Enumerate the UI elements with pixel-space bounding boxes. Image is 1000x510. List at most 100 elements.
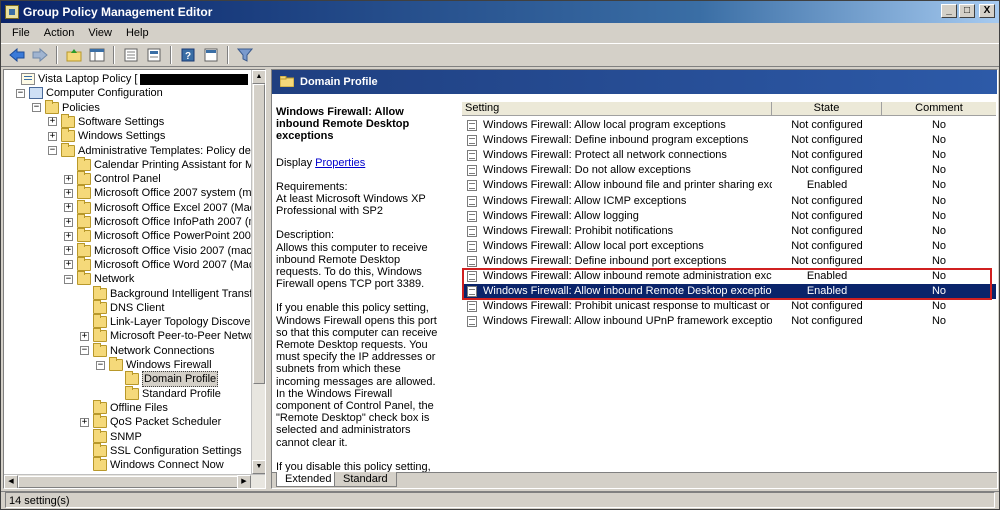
app-window: Group Policy Management Editor _ □ X Fil… bbox=[0, 0, 1000, 510]
tree-item[interactable]: + Microsoft Office PowerPoint 2007 (M bbox=[64, 228, 265, 243]
table-row[interactable]: Windows Firewall: Protect all network co… bbox=[462, 148, 996, 163]
table-row[interactable]: Windows Firewall: Allow inbound file and… bbox=[462, 178, 996, 193]
title-bar[interactable]: Group Policy Management Editor _ □ X bbox=[1, 1, 999, 23]
column-header-comment[interactable]: Comment bbox=[882, 102, 996, 116]
collapse-icon[interactable]: − bbox=[64, 274, 73, 284]
tree-item[interactable]: Calendar Printing Assistant for Micro bbox=[64, 156, 265, 172]
tree-item[interactable]: + Microsoft Office Visio 2007 (machine bbox=[64, 242, 265, 258]
tree-item[interactable]: − Administrative Templates: Policy defini… bbox=[48, 142, 265, 158]
minimize-button[interactable]: _ bbox=[941, 4, 957, 18]
table-row[interactable]: Windows Firewall: Allow local program ex… bbox=[462, 118, 996, 133]
requirements-text: Requirements: At least Microsoft Windows… bbox=[276, 180, 426, 218]
menu-action[interactable]: Action bbox=[37, 23, 82, 43]
export-list-icon[interactable] bbox=[144, 46, 164, 64]
column-header-state[interactable]: State bbox=[772, 102, 882, 116]
tree-item[interactable]: + Windows Settings bbox=[48, 128, 165, 143]
help-icon[interactable]: ? bbox=[178, 46, 198, 64]
tree-item[interactable]: Offline Files bbox=[80, 399, 168, 415]
tree-item[interactable]: + Microsoft Office InfoPath 2007 (mac bbox=[64, 214, 265, 229]
setting-name: Windows Firewall: Allow inbound remote a… bbox=[483, 270, 772, 282]
table-row[interactable]: Windows Firewall: Allow inbound UPnP fra… bbox=[462, 314, 996, 329]
scroll-thumb[interactable] bbox=[18, 476, 238, 488]
properties-icon[interactable] bbox=[121, 46, 141, 64]
table-row[interactable]: Windows Firewall: Allow logging Not confi… bbox=[462, 209, 996, 224]
close-button[interactable]: X bbox=[979, 4, 995, 18]
tree-item[interactable]: + Microsoft Office 2007 system (machi bbox=[64, 185, 265, 200]
scroll-right-arrow-icon[interactable]: ▶ bbox=[237, 475, 251, 488]
forward-arrow-icon[interactable] bbox=[30, 46, 50, 64]
tree-item[interactable]: − Policies bbox=[32, 99, 100, 115]
table-row[interactable]: Windows Firewall: Do not allow exception… bbox=[462, 163, 996, 178]
tab-extended[interactable]: Extended bbox=[276, 472, 341, 487]
tree-item[interactable]: Domain Profile bbox=[112, 371, 219, 388]
tab-standard[interactable]: Standard bbox=[334, 472, 397, 487]
expand-icon[interactable]: + bbox=[64, 188, 73, 198]
maximize-button[interactable]: □ bbox=[959, 4, 975, 18]
collapse-icon[interactable]: − bbox=[96, 360, 105, 370]
tree-item[interactable]: SNMP bbox=[80, 428, 142, 444]
properties-link[interactable]: Properties bbox=[315, 157, 365, 169]
menu-help[interactable]: Help bbox=[119, 23, 156, 43]
expand-icon[interactable]: + bbox=[80, 331, 89, 341]
collapse-icon[interactable]: − bbox=[16, 88, 25, 98]
tree-item[interactable]: + Software Settings bbox=[48, 113, 164, 129]
tree-item[interactable]: + QoS Packet Scheduler bbox=[80, 414, 221, 429]
tree-vertical-scrollbar[interactable]: ▲ ▼ bbox=[251, 70, 265, 474]
expand-icon[interactable]: + bbox=[64, 174, 73, 184]
tree-item[interactable]: + Microsoft Office Word 2007 (Machine bbox=[64, 256, 265, 272]
folder-icon bbox=[280, 76, 294, 87]
tree-item[interactable]: Standard Profile bbox=[112, 385, 221, 401]
tree-item[interactable]: − Network Connections bbox=[80, 342, 215, 358]
tree-item[interactable]: Windows Connect Now bbox=[80, 457, 224, 472]
filter-icon[interactable] bbox=[235, 46, 255, 64]
help-topic-icon[interactable] bbox=[201, 46, 221, 64]
expand-icon[interactable]: + bbox=[64, 231, 73, 241]
tree-item[interactable]: − Network bbox=[64, 271, 134, 286]
settings-list[interactable]: Setting State Comment Windows Firewall: … bbox=[462, 102, 996, 482]
scroll-left-arrow-icon[interactable]: ◀ bbox=[4, 475, 18, 488]
expand-icon[interactable]: + bbox=[48, 117, 57, 127]
expand-icon[interactable]: + bbox=[80, 417, 89, 427]
collapse-icon[interactable]: − bbox=[48, 146, 57, 155]
table-row[interactable]: Windows Firewall: Prohibit notifications… bbox=[462, 224, 996, 239]
tree-item[interactable]: + Microsoft Peer-to-Peer Networkin bbox=[80, 328, 265, 343]
table-row[interactable]: Windows Firewall: Allow local port excep… bbox=[462, 239, 996, 254]
expand-icon[interactable]: + bbox=[64, 217, 73, 227]
show-hide-tree-icon[interactable] bbox=[87, 46, 107, 64]
navigation-tree[interactable]: Vista Laptop Policy [] Policy−Computer C… bbox=[3, 69, 266, 489]
tree-item[interactable]: SSL Configuration Settings bbox=[80, 442, 242, 458]
tree-item[interactable]: − Windows Firewall bbox=[96, 357, 212, 372]
table-row[interactable]: Windows Firewall: Prohibit unicast respo… bbox=[462, 299, 996, 314]
table-row[interactable]: Windows Firewall: Define inbound program… bbox=[462, 133, 996, 148]
scroll-up-arrow-icon[interactable]: ▲ bbox=[252, 70, 265, 84]
collapse-icon[interactable]: − bbox=[32, 103, 41, 113]
back-arrow-icon[interactable] bbox=[7, 46, 27, 64]
table-row[interactable]: Windows Firewall: Allow inbound remote a… bbox=[462, 269, 996, 284]
menu-view[interactable]: View bbox=[81, 23, 119, 43]
tree-item[interactable]: Link-Layer Topology Discovery bbox=[80, 314, 260, 329]
scroll-thumb[interactable] bbox=[253, 84, 265, 384]
collapse-icon[interactable]: − bbox=[80, 346, 89, 356]
expand-icon[interactable]: + bbox=[64, 260, 73, 270]
expand-icon[interactable]: + bbox=[48, 131, 57, 141]
menu-file[interactable]: File bbox=[5, 23, 37, 43]
tree-item[interactable]: Background Intelligent Transfer S bbox=[80, 285, 265, 301]
column-header-setting[interactable]: Setting bbox=[462, 102, 772, 116]
tree-item[interactable]: + Microsoft Office Excel 2007 (Machine bbox=[64, 199, 265, 215]
expand-icon[interactable]: + bbox=[64, 203, 73, 213]
table-row[interactable]: Windows Firewall: Allow inbound Remote D… bbox=[462, 284, 996, 300]
scroll-down-arrow-icon[interactable]: ▼ bbox=[252, 460, 265, 474]
tree-item[interactable]: − Computer Configuration bbox=[16, 86, 163, 100]
tree-item[interactable]: Vista Laptop Policy [] Policy bbox=[8, 72, 265, 86]
tree-item[interactable]: + Control Panel bbox=[64, 171, 161, 186]
table-row[interactable]: Windows Firewall: Allow ICMP exceptions N… bbox=[462, 194, 996, 209]
setting-cell: Windows Firewall: Allow inbound file and… bbox=[462, 178, 772, 193]
expand-icon[interactable]: + bbox=[64, 246, 73, 256]
up-folder-icon[interactable] bbox=[64, 46, 84, 64]
tree-item[interactable]: DNS Client bbox=[80, 299, 164, 315]
tree-horizontal-scrollbar[interactable]: ◀ ▶ bbox=[4, 474, 265, 488]
table-row[interactable]: Windows Firewall: Define inbound port ex… bbox=[462, 254, 996, 269]
setting-name: Windows Firewall: Do not allow exception… bbox=[483, 164, 691, 177]
